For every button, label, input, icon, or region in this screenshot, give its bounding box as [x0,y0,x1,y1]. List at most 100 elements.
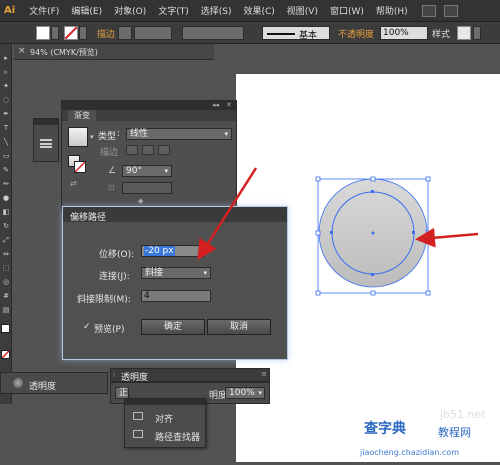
gradient-type-select[interactable]: 线性 ▾ [126,128,232,140]
document-tab[interactable]: × 94% (CMYK/预览) [14,44,214,60]
stroke-label: 描边 [100,148,119,158]
stroke-swatch[interactable] [64,26,78,40]
menu-view[interactable]: 视图(V) [281,4,324,17]
magic-wand-tool-icon[interactable]: ✦ [2,82,10,90]
preview-checkbox[interactable]: ✓ [83,322,91,332]
type-tool-icon[interactable]: T [2,124,10,132]
menu-object[interactable]: 对象(O) [108,4,152,17]
fill-dropdown-chevron-icon[interactable] [51,26,59,40]
aspect-ratio-input[interactable] [122,182,172,194]
panel-header[interactable]: ◂◂ ✕ [62,101,236,110]
close-tab-icon[interactable]: × [18,46,26,56]
stroke-weight-stepper[interactable] [118,26,132,40]
variable-width-profile[interactable] [182,26,244,40]
dialog-title-bar[interactable]: 偏移路径 [63,207,287,223]
style-dropdown-chevron-icon[interactable] [473,26,481,40]
bbox-handle[interactable] [425,230,431,236]
pen-tool-icon[interactable]: ✒ [2,110,10,118]
graphic-style-swatch[interactable] [457,26,471,40]
menu-effect[interactable]: 效果(C) [237,4,280,17]
arrange-documents-icon[interactable] [443,4,458,17]
tab-gradient[interactable]: 渐变 [68,110,96,121]
reverse-gradient-icon[interactable]: ⇄ [70,179,77,188]
anchor-point[interactable] [371,190,374,193]
bbox-handle[interactable] [425,290,431,296]
tools-panel: ▸ ▹ ✦ ◌ ✒ T ╲ ▭ ✎ ✏ ● ◧ ↻ ⤢ ⇔ ⬚ ◎ # ▤ [0,44,12,404]
menu-file[interactable]: 文件(F) [23,4,65,17]
bridge-icon[interactable] [421,4,436,17]
transparency-panel-collapsed[interactable]: 透明度 [0,372,108,394]
cancel-button[interactable]: 取消 [207,319,271,335]
anchor-point[interactable] [371,273,374,276]
gradient-preview-swatch[interactable] [68,127,88,147]
aspect-ratio-icon: ⊡ [108,183,115,192]
chevron-down-icon: ▾ [258,389,262,397]
close-panel-icon[interactable]: ✕ [226,101,232,109]
flyout-item-align[interactable]: 对齐 [131,409,205,425]
menu-help[interactable]: 帮助(H) [370,4,414,17]
stroke-weight-input[interactable] [134,26,172,40]
paintbrush-tool-icon[interactable]: ✎ [2,166,10,174]
gradient-slider-midpoint-icon[interactable]: ◆ [138,197,143,205]
stroke-gradient-within-icon[interactable] [126,145,138,155]
chevron-down-icon: ▾ [203,269,207,277]
opacity-select[interactable]: 100% ▾ [225,387,265,399]
stroke-dropdown-chevron-icon[interactable] [79,26,87,40]
joins-select[interactable]: 斜接 ▾ [141,267,211,279]
menu-type[interactable]: 文字(T) [152,4,195,17]
bbox-handle[interactable] [370,176,376,182]
brush-style-label: 基本 [299,31,318,41]
shape-builder-tool-icon[interactable]: ◎ [2,278,10,286]
selection-tool-icon[interactable]: ▸ [2,54,10,62]
bbox-handle[interactable] [315,290,321,296]
brush-definition[interactable]: 基本 [262,26,330,41]
ok-button[interactable]: 确定 [141,319,205,335]
collapse-icon[interactable]: ◂◂ [212,101,219,109]
anchor-point[interactable] [412,231,415,234]
stroke-label[interactable]: 描边 [97,27,115,40]
mesh-tool-icon[interactable]: # [2,292,10,300]
eraser-tool-icon[interactable]: ◧ [2,208,10,216]
angle-input[interactable]: 90° ▾ [122,165,172,177]
opacity-input[interactable]: 100% [380,26,428,40]
stroke-small-swatch[interactable] [74,161,86,173]
lasso-tool-icon[interactable]: ◌ [2,96,10,104]
panel-menu-icon[interactable]: ≡ [261,370,267,378]
panel-grip-icon[interactable]: ⁝ [113,371,115,379]
bbox-handle[interactable] [425,176,431,182]
free-transform-tool-icon[interactable]: ⬚ [2,264,10,272]
brush-stroke-preview [267,33,295,35]
watermark: jb51.net 查字典 教程网 jiaocheng.chazidian.com [360,408,500,462]
joins-label: 连接(J): [99,272,130,282]
menu-edit[interactable]: 编辑(E) [65,4,108,17]
stroke-color-swatch[interactable] [1,350,10,359]
fill-swatch[interactable] [36,26,50,40]
watermark-line1: 查字典 [364,421,406,437]
miter-limit-input[interactable]: 4 [141,290,211,302]
panel-menu-icon[interactable] [40,139,52,148]
line-tool-icon[interactable]: ╲ [2,138,10,146]
opacity-label[interactable]: 不透明度 [338,27,374,40]
gradient-tool-icon[interactable]: ▤ [2,306,10,314]
menu-select[interactable]: 选择(S) [195,4,238,17]
bbox-handle[interactable] [315,176,321,182]
direct-selection-tool-icon[interactable]: ▹ [2,68,10,76]
panel-flyout: 对齐 路径查找器 [124,398,206,448]
bbox-handle[interactable] [370,290,376,296]
fill-color-swatch[interactable] [1,324,10,333]
width-tool-icon[interactable]: ⇔ [2,250,10,258]
bbox-handle[interactable] [315,230,321,236]
stroke-gradient-across-icon[interactable] [158,145,170,155]
offset-input[interactable]: -20 px [141,245,205,257]
menu-window[interactable]: 窗口(W) [324,4,370,17]
stroke-gradient-along-icon[interactable] [142,145,154,155]
watermark-domain: jb51.net [440,408,486,421]
anchor-point[interactable] [330,231,333,234]
flyout-item-pathfinder[interactable]: 路径查找器 [131,427,205,443]
rotate-tool-icon[interactable]: ↻ [2,222,10,230]
gradient-preview-chevron-icon[interactable]: ▾ [90,133,94,141]
blob-brush-tool-icon[interactable]: ● [2,194,10,202]
scale-tool-icon[interactable]: ⤢ [2,236,10,244]
pencil-tool-icon[interactable]: ✏ [2,180,10,188]
rectangle-tool-icon[interactable]: ▭ [2,152,10,160]
